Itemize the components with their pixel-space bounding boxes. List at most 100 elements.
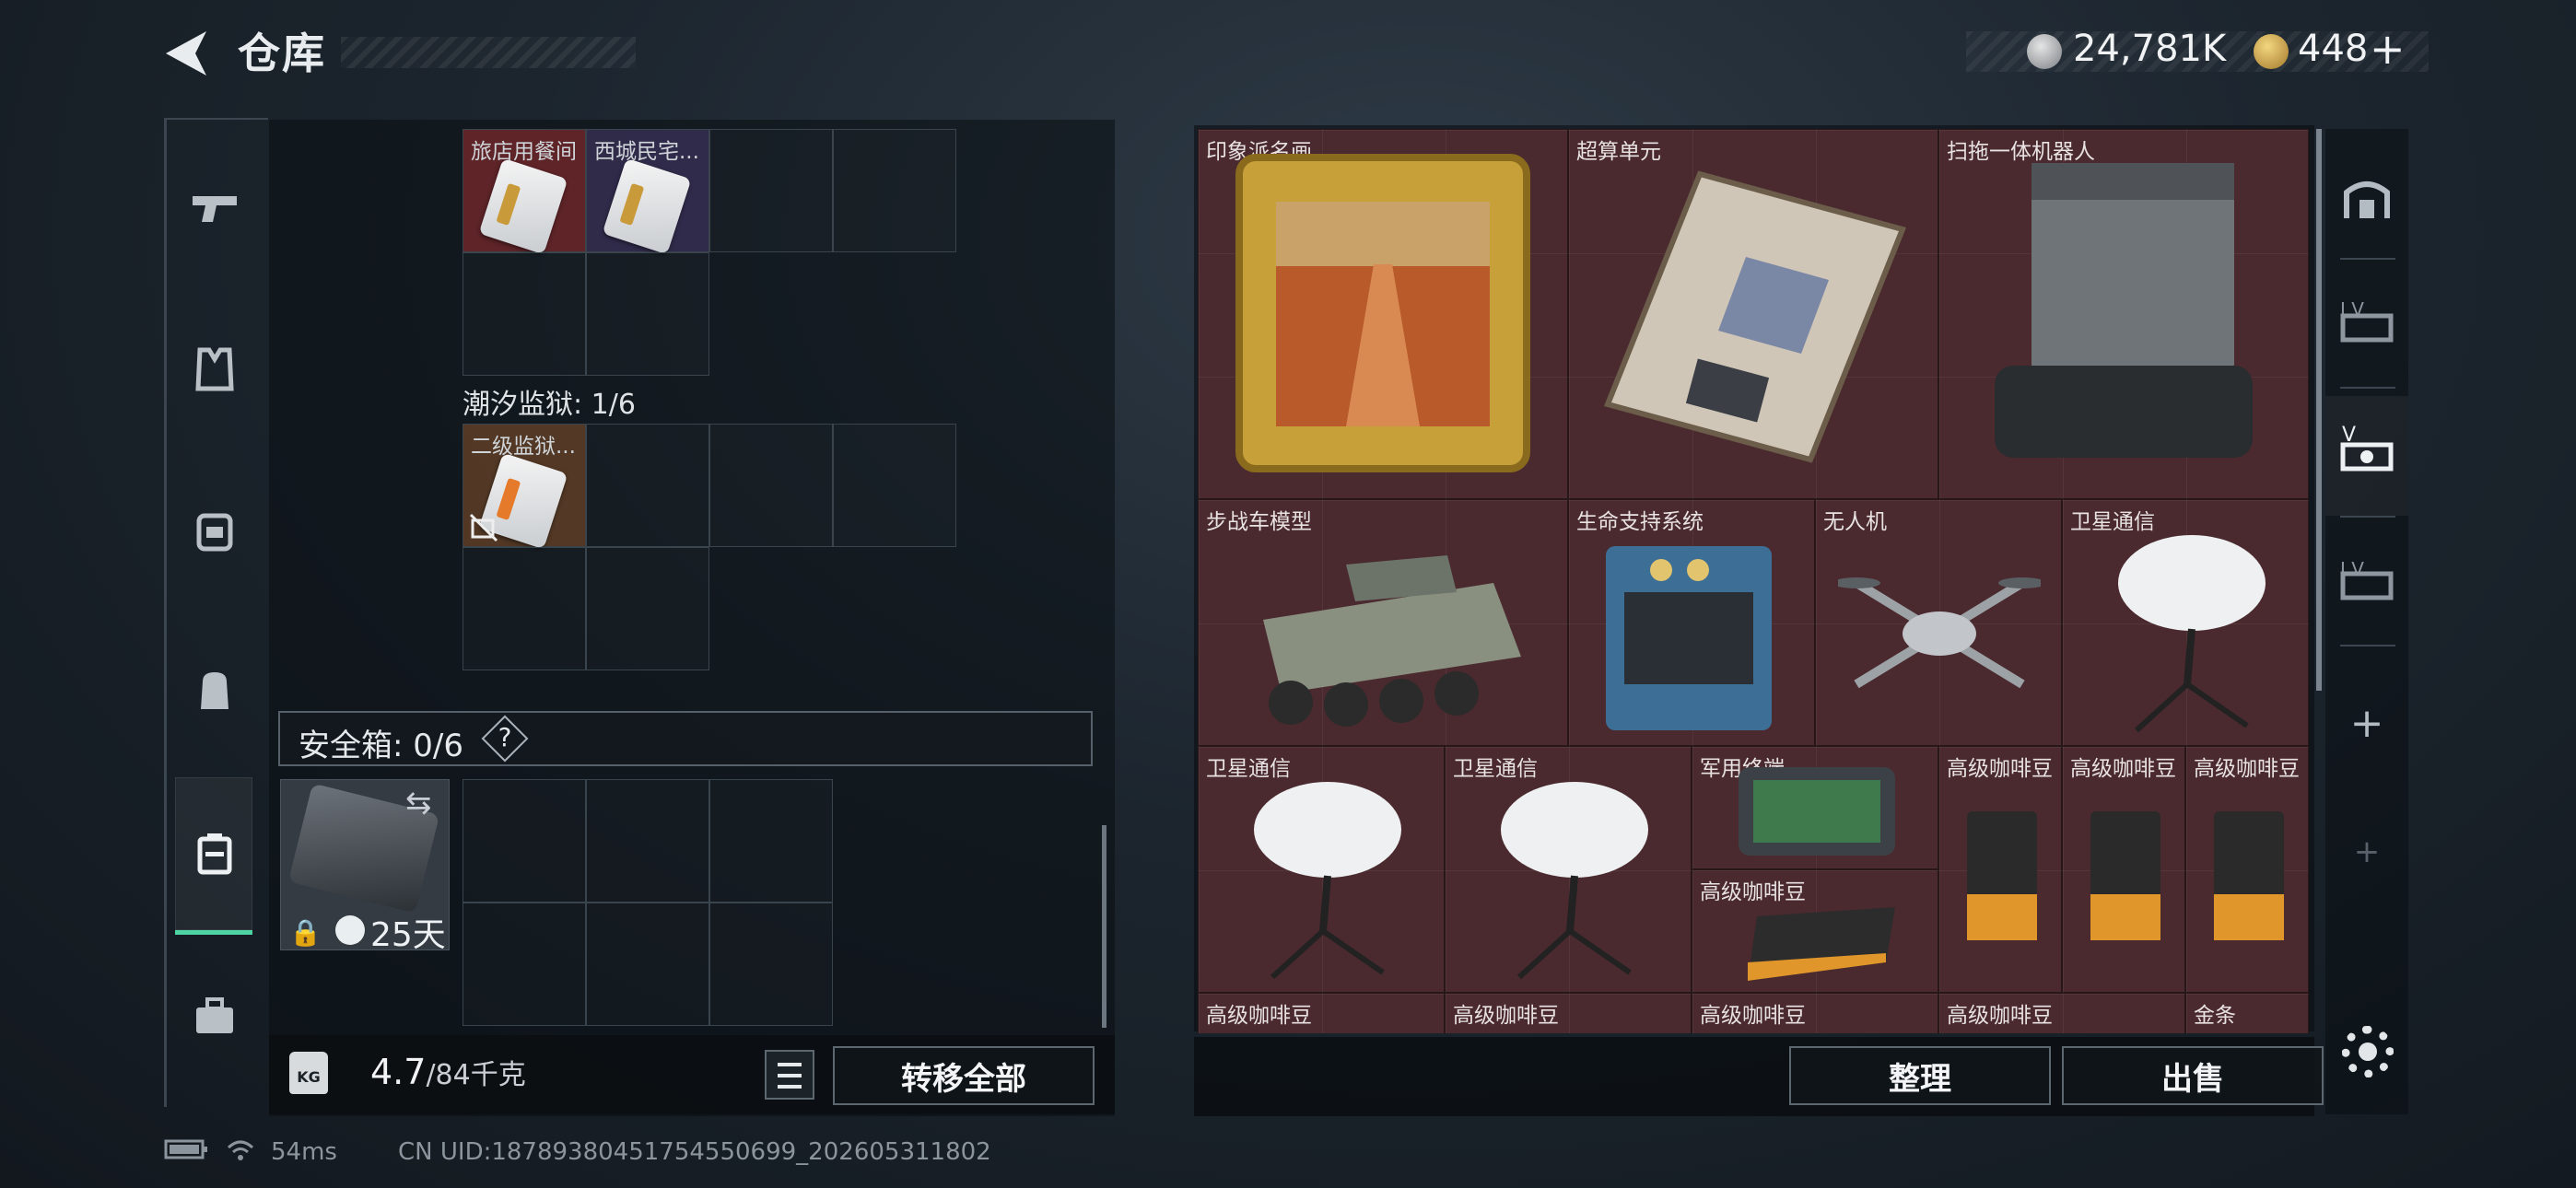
rail-toolbox[interactable] bbox=[168, 947, 262, 1085]
stash-item[interactable]: 超算单元 bbox=[1568, 129, 1938, 499]
empty-slot[interactable] bbox=[586, 424, 709, 547]
item-slot[interactable]: 二级监狱... bbox=[463, 424, 586, 550]
silver-coin-icon bbox=[2027, 34, 2062, 69]
stash-item[interactable]: 生命支持系统 bbox=[1568, 499, 1815, 746]
rail-page-3[interactable]: V bbox=[2325, 396, 2408, 516]
coffee-bag-icon bbox=[2090, 811, 2160, 940]
add-page-button[interactable]: + bbox=[2325, 663, 2408, 783]
ifv-model-icon bbox=[1263, 555, 1521, 727]
stash-item[interactable]: 高级咖啡豆 bbox=[2185, 746, 2309, 993]
satellite-dish-icon bbox=[2118, 535, 2266, 733]
item-label: 生命支持系统 bbox=[1576, 510, 1704, 534]
rail-divider bbox=[2340, 645, 2395, 646]
stash-item[interactable]: 金条 bbox=[2185, 993, 2309, 1033]
rail-page-4[interactable]: I.V bbox=[2325, 525, 2408, 645]
tier-label: V bbox=[2342, 424, 2357, 447]
help-mark: ? bbox=[498, 722, 512, 752]
silver-amount: 24,781K bbox=[2073, 28, 2227, 70]
item-label: 高级咖啡豆 bbox=[1206, 1004, 1312, 1028]
stash-item[interactable]: 卫星通信 bbox=[2062, 499, 2309, 746]
item-label: 高级咖啡豆 bbox=[1700, 1004, 1806, 1028]
rail-weapons[interactable] bbox=[168, 138, 262, 276]
rail-chest-rig[interactable] bbox=[168, 460, 262, 599]
life-support-icon bbox=[1606, 546, 1772, 730]
item-slot[interactable]: 西城民宅... bbox=[586, 129, 709, 255]
rail-backpack[interactable] bbox=[168, 621, 262, 759]
painting-icon bbox=[1235, 154, 1530, 472]
stash-item[interactable]: 军用终端 bbox=[1692, 746, 1938, 869]
stash-item[interactable]: 高级咖啡豆 bbox=[1692, 869, 1938, 993]
item-label: 高级咖啡豆 bbox=[1947, 757, 2053, 781]
safe-slot[interactable] bbox=[586, 903, 709, 1026]
title-decoration bbox=[341, 37, 636, 68]
rail-divider bbox=[2340, 516, 2395, 518]
coffee-bag-icon bbox=[1967, 811, 2037, 940]
warehouse-icon bbox=[2344, 181, 2390, 218]
stash-item[interactable]: 扫拖一体机器人 bbox=[1938, 129, 2309, 499]
backpack-icon bbox=[201, 672, 228, 709]
lock-icon: 🔒 bbox=[289, 917, 322, 948]
empty-slot[interactable] bbox=[586, 547, 709, 670]
rail-armor[interactable] bbox=[168, 300, 262, 438]
item-label: 旅店用餐间 bbox=[471, 140, 577, 164]
stash-item[interactable]: 步战车模型 bbox=[1198, 499, 1568, 746]
list-view-button[interactable] bbox=[765, 1050, 814, 1100]
stash-item[interactable]: 高级咖啡豆 bbox=[1938, 993, 2185, 1033]
satellite-dish-icon bbox=[1254, 782, 1401, 980]
stash-scrollbar[interactable] bbox=[2316, 129, 2322, 691]
case-timer: 25天 bbox=[370, 916, 446, 954]
rail-page-home[interactable] bbox=[2325, 138, 2408, 258]
loadout-scrollbar[interactable] bbox=[1102, 825, 1107, 1028]
back-arrow-icon[interactable] bbox=[162, 28, 210, 79]
locked-page-button[interactable]: + bbox=[2325, 792, 2408, 912]
item-slot[interactable]: 旅店用餐间 bbox=[463, 129, 586, 255]
transfer-all-button[interactable]: 转移全部 bbox=[833, 1046, 1095, 1105]
add-currency-button[interactable]: + bbox=[2370, 24, 2406, 74]
stash-item[interactable]: 卫星通信 bbox=[1198, 746, 1445, 993]
empty-slot[interactable] bbox=[709, 129, 833, 252]
stash-item[interactable]: 高级咖啡豆 bbox=[1938, 746, 2062, 993]
coffee-bag-icon bbox=[1748, 907, 1895, 981]
empty-slot[interactable] bbox=[833, 424, 956, 547]
weight-icon: KG bbox=[289, 1052, 328, 1094]
stash-item[interactable]: 高级咖啡豆 bbox=[2062, 746, 2185, 993]
weight-max: /84千克 bbox=[426, 1059, 526, 1091]
safe-slot[interactable] bbox=[709, 903, 833, 1026]
tier-label: I.V bbox=[2340, 558, 2364, 580]
swap-icon[interactable]: ⇆ bbox=[405, 785, 432, 821]
wifi-icon bbox=[227, 1138, 254, 1169]
stash-item[interactable]: 卫星通信 bbox=[1445, 746, 1692, 993]
item-label: 步战车模型 bbox=[1206, 510, 1312, 534]
rail-divider bbox=[2340, 258, 2395, 260]
section-label: 潮汐监狱: 1/6 bbox=[463, 389, 636, 421]
empty-slot[interactable] bbox=[586, 252, 709, 376]
item-label: 二级监狱... bbox=[471, 435, 576, 459]
safe-slot[interactable] bbox=[586, 779, 709, 903]
stash-item[interactable]: 印象派名画 bbox=[1198, 129, 1568, 499]
stash-item[interactable]: 高级咖啡豆 bbox=[1445, 993, 1692, 1033]
stash-item[interactable]: 无人机 bbox=[1815, 499, 2062, 746]
keycard-icon bbox=[602, 157, 692, 255]
rail-page-2[interactable]: I.V bbox=[2325, 267, 2408, 387]
item-label: 高级咖啡豆 bbox=[2194, 757, 2300, 781]
safe-slot[interactable] bbox=[463, 903, 586, 1026]
gear-icon-center bbox=[2359, 1042, 2377, 1061]
item-label: 金条 bbox=[2194, 1004, 2236, 1028]
empty-slot[interactable] bbox=[833, 129, 956, 252]
supercomputer-board-icon bbox=[1603, 170, 1907, 463]
safe-slot[interactable] bbox=[463, 779, 586, 903]
armor-vest-icon bbox=[195, 347, 234, 391]
empty-slot[interactable] bbox=[709, 424, 833, 547]
item-label: 高级咖啡豆 bbox=[1947, 1004, 2053, 1028]
rail-safe-case[interactable] bbox=[168, 785, 262, 923]
uid-text: CN UID:18789380451754550699_202605311802 bbox=[398, 1138, 991, 1166]
stash-grid: 印象派名画 超算单元 扫拖一体机器人 步战车模型 生命支持系统 无人机 卫星通信… bbox=[1198, 129, 2309, 1033]
sort-button[interactable]: 整理 bbox=[1789, 1046, 2051, 1105]
stash-item[interactable]: 高级咖啡豆 bbox=[1198, 993, 1445, 1033]
safe-slot[interactable] bbox=[709, 779, 833, 903]
sell-button[interactable]: 出售 bbox=[2062, 1046, 2324, 1105]
empty-slot[interactable] bbox=[463, 547, 586, 670]
stash-item[interactable]: 高级咖啡豆 bbox=[1692, 993, 1938, 1033]
coffee-bag-icon bbox=[2214, 811, 2284, 940]
empty-slot[interactable] bbox=[463, 252, 586, 376]
